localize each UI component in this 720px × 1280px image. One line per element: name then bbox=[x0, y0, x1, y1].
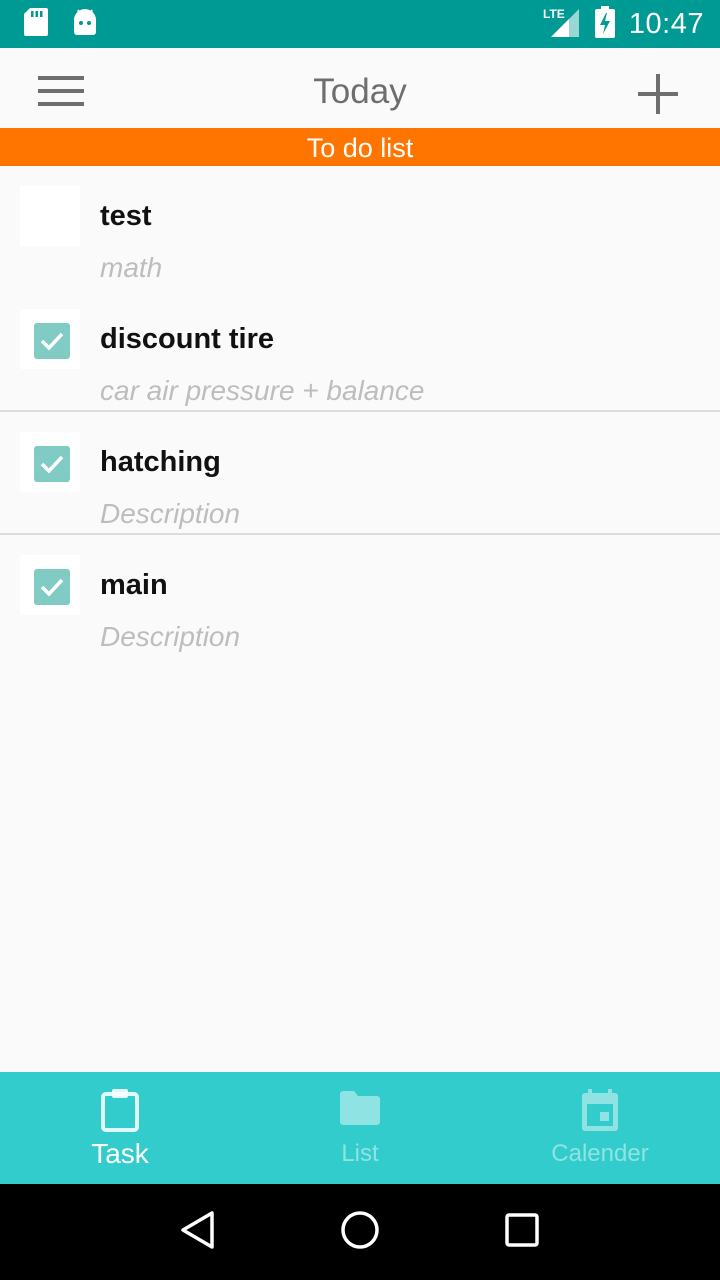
plus-icon[interactable] bbox=[636, 74, 680, 118]
task-item[interactable]: discount tire car air pressure + balance bbox=[0, 289, 720, 412]
folder-icon bbox=[338, 1088, 382, 1133]
status-right: LTE 10:47 bbox=[543, 5, 704, 43]
task-list: test math discount tire car air pressure… bbox=[0, 166, 720, 658]
task-description: Description bbox=[100, 498, 241, 529]
app-bar: Today bbox=[0, 48, 720, 128]
tab-calender[interactable]: Calender bbox=[480, 1072, 720, 1184]
svg-text:LTE: LTE bbox=[543, 7, 565, 21]
task-item[interactable]: main Description bbox=[0, 535, 720, 658]
checkmark-icon bbox=[34, 569, 70, 605]
tab-calender-label: Calender bbox=[551, 1140, 649, 1167]
tab-list[interactable]: List bbox=[240, 1072, 480, 1184]
recents-icon[interactable] bbox=[504, 1212, 540, 1253]
checkmark-icon bbox=[34, 323, 70, 359]
task-title: test bbox=[100, 200, 152, 232]
task-title: main bbox=[100, 569, 168, 601]
checkmark-icon bbox=[34, 446, 70, 482]
calendar-icon bbox=[580, 1088, 620, 1137]
lte-signal-icon: LTE bbox=[543, 7, 581, 42]
tab-task[interactable]: Task bbox=[0, 1072, 240, 1184]
task-checkbox[interactable] bbox=[20, 432, 80, 492]
status-bar: LTE 10:47 bbox=[0, 0, 720, 48]
screen: LTE 10:47 Today To do list test math dis… bbox=[0, 0, 720, 1280]
clipboard-icon bbox=[100, 1088, 140, 1137]
sd-card-icon bbox=[24, 7, 48, 41]
status-left bbox=[24, 7, 98, 41]
task-item[interactable]: hatching Description bbox=[0, 412, 720, 535]
back-icon[interactable] bbox=[180, 1210, 216, 1255]
page-title: Today bbox=[313, 72, 407, 111]
status-time: 10:47 bbox=[628, 7, 704, 40]
home-icon[interactable] bbox=[340, 1210, 380, 1255]
task-title: hatching bbox=[100, 446, 221, 478]
list-banner: To do list bbox=[0, 128, 720, 166]
tab-list-label: List bbox=[341, 1140, 379, 1167]
tab-task-label: Task bbox=[91, 1138, 149, 1169]
task-checkbox[interactable] bbox=[20, 309, 80, 369]
system-nav bbox=[0, 1184, 720, 1280]
android-icon bbox=[72, 8, 98, 41]
task-description: math bbox=[100, 252, 163, 283]
task-checkbox[interactable] bbox=[20, 555, 80, 615]
task-description: car air pressure + balance bbox=[100, 375, 425, 406]
task-description: Description bbox=[100, 621, 241, 652]
task-item[interactable]: test math bbox=[0, 166, 720, 289]
task-title: discount tire bbox=[100, 323, 275, 355]
task-checkbox[interactable] bbox=[20, 186, 80, 246]
bottom-nav: Task List Calender bbox=[0, 1072, 720, 1184]
battery-charging-icon bbox=[594, 5, 615, 43]
